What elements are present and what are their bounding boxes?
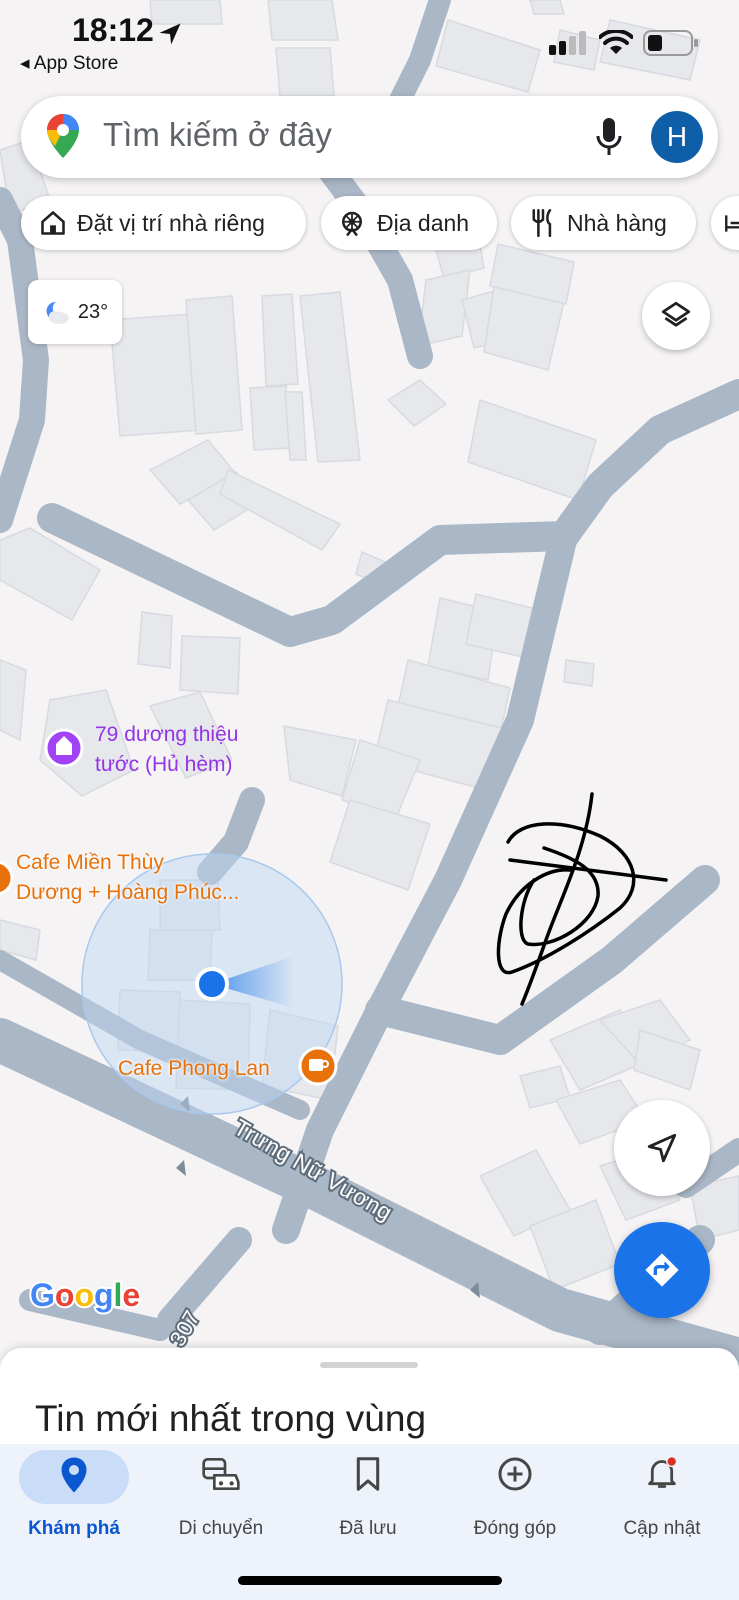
bell-icon	[648, 1456, 678, 1488]
search-bar[interactable]: Tìm kiếm ở đây H	[21, 96, 718, 178]
home-icon	[41, 211, 65, 235]
commute-icon	[202, 1458, 240, 1490]
back-to-app-store[interactable]: ◂ App Store	[20, 52, 118, 75]
search-input[interactable]: Tìm kiếm ở đây	[103, 116, 332, 154]
cellular-signal-icon	[549, 31, 586, 55]
place-label-cafe-mien-thuy-duong[interactable]: Cafe Miền Thùy Dương + Hoàng Phúc...	[16, 848, 239, 908]
google-logo: Google	[30, 1277, 140, 1313]
location-arrow-icon	[159, 23, 181, 45]
account-avatar[interactable]: H	[651, 111, 703, 163]
chip-label: Địa danh	[377, 209, 470, 236]
battery-icon	[643, 30, 698, 56]
nav-contribute[interactable]: Đóng góp	[441, 1444, 589, 1554]
sheet-title: Tin mới nhất trong vùng	[35, 1398, 427, 1439]
maps-pin-logo-icon	[47, 114, 79, 158]
add-circle-icon	[498, 1457, 532, 1491]
status-icons	[549, 30, 699, 56]
nav-explore[interactable]: Khám phá	[0, 1444, 148, 1554]
bottom-sheet[interactable]: Tin mới nhất trong vùng	[0, 1348, 739, 1448]
nav-saved[interactable]: Đã lưu	[294, 1444, 442, 1554]
nav-label: Cập nhật	[623, 1518, 701, 1539]
home-indicator[interactable]	[238, 1576, 502, 1585]
nav-commute[interactable]: Di chuyển	[147, 1444, 295, 1554]
weather-widget[interactable]: 23°	[28, 280, 122, 344]
temperature-label: 23°	[77, 300, 109, 323]
directions-icon	[645, 1253, 679, 1287]
place-label-cafe-phong-lan[interactable]: Cafe Phong Lan	[118, 1054, 270, 1084]
current-location-dot	[195, 967, 229, 1001]
nav-updates[interactable]: Cập nhật	[588, 1444, 736, 1554]
chip-set-home-location[interactable]: Đặt vị trí nhà riêng	[21, 196, 306, 250]
explore-pin-icon	[61, 1457, 87, 1493]
moon-cloud-icon	[46, 301, 69, 324]
chip-restaurants[interactable]: Nhà hàng	[511, 196, 696, 250]
sheet-drag-handle[interactable]	[320, 1362, 418, 1368]
nav-label: Đóng góp	[473, 1518, 557, 1539]
status-bar: 18:12 ◂ App Store	[0, 0, 739, 90]
layers-icon	[661, 301, 691, 327]
my-location-button[interactable]	[614, 1100, 710, 1196]
layers-button[interactable]	[642, 282, 710, 350]
wifi-icon	[599, 30, 633, 54]
nav-label: Di chuyển	[178, 1518, 264, 1539]
status-time: 18:12	[72, 12, 154, 48]
attraction-pin-icon	[44, 728, 84, 768]
microphone-icon[interactable]	[594, 116, 624, 158]
chip-label: Đặt vị trí nhà riêng	[77, 209, 265, 236]
chip-landmarks[interactable]: Địa danh	[321, 196, 497, 250]
directions-button[interactable]	[614, 1222, 710, 1318]
landmark-icon	[342, 211, 362, 237]
chip-label: Nhà hàng	[567, 209, 667, 236]
nav-label: Khám phá	[28, 1518, 120, 1539]
bookmark-icon	[356, 1457, 380, 1491]
nav-label: Đã lưu	[339, 1518, 397, 1539]
cafe-pin-icon	[298, 1046, 338, 1086]
restaurant-icon	[532, 209, 552, 237]
navigation-arrow-icon	[647, 1133, 677, 1163]
place-label-hu-hem[interactable]: 79 dương thiệu tước (Hủ hèm)	[95, 720, 238, 780]
hotel-icon	[725, 215, 739, 232]
